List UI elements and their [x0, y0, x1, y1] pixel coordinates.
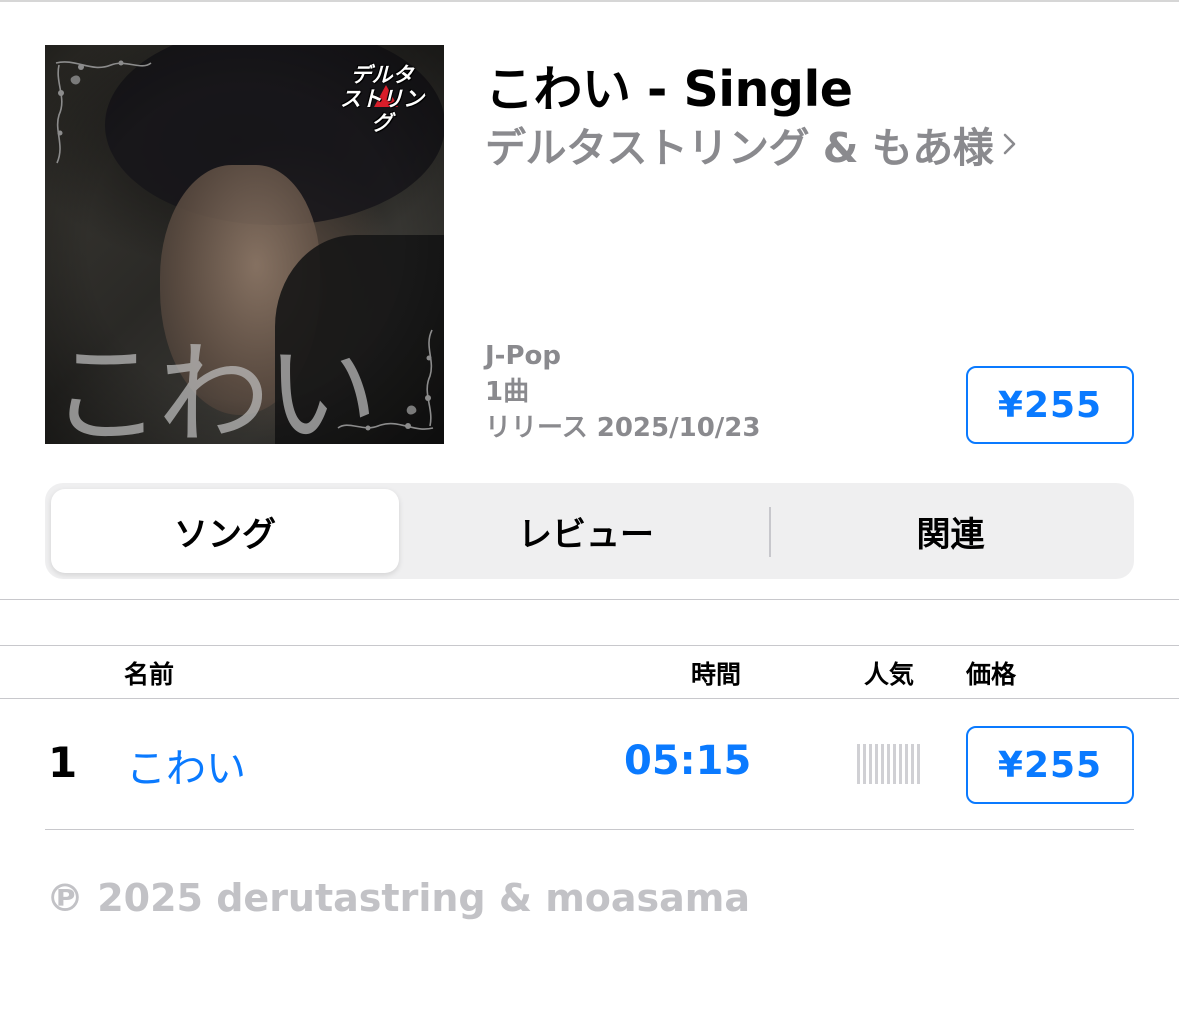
artist-link[interactable]: デルタストリング & もあ様 [485, 118, 1019, 172]
track-duration: 05:15 [624, 738, 752, 784]
column-header-popularity[interactable]: 人気 [864, 655, 914, 691]
track-number: 1 [48, 738, 78, 787]
corner-ornament-icon [55, 60, 152, 164]
segmented-control: ソング レビュー 関連 [45, 483, 1134, 579]
artist-name: デルタストリング & もあ様 [485, 124, 994, 172]
release-date-label: リリース 2025/10/23 [485, 413, 761, 443]
artwork-title-text: こわい [50, 330, 378, 444]
popularity-bar [893, 744, 896, 784]
album-page: デルタ ストリング こわい こわい - Single デルタストリング & もあ… [0, 0, 1179, 1026]
column-header-time[interactable]: 時間 [691, 655, 741, 691]
row-divider [45, 829, 1134, 830]
buy-album-button[interactable]: ¥255 [966, 366, 1134, 444]
buy-track-button[interactable]: ¥255 [966, 726, 1134, 804]
table-top-divider [0, 645, 1179, 646]
popularity-bar [881, 744, 884, 784]
popularity-bar [911, 744, 914, 784]
popularity-bar [869, 744, 872, 784]
popularity-bar [875, 744, 878, 784]
section-divider [0, 599, 1179, 600]
column-header-price[interactable]: 価格 [966, 655, 1016, 691]
artist-logo: デルタ ストリング [330, 63, 434, 135]
tab-songs[interactable]: ソング [51, 489, 399, 573]
logo-line-1: デルタ [350, 63, 414, 87]
track-title[interactable]: こわい [126, 736, 246, 794]
copyright-text: ℗ 2025 derutastring & moasama [46, 876, 751, 920]
chevron-right-icon [1004, 133, 1016, 155]
album-artwork[interactable]: デルタ ストリング こわい [45, 45, 444, 444]
header-divider [0, 698, 1179, 699]
album-title: こわい - Single [485, 61, 853, 118]
popularity-bar [887, 744, 890, 784]
popularity-bar [917, 744, 920, 784]
tab-reviews[interactable]: レビュー [405, 489, 767, 573]
album-metadata: J-Pop 1曲 リリース 2025/10/23 [485, 338, 760, 446]
column-header-name[interactable]: 名前 [124, 655, 174, 691]
popularity-meter [857, 744, 923, 784]
popularity-bar [857, 744, 860, 784]
genre-label: J-Pop [485, 341, 561, 371]
popularity-bar [899, 744, 902, 784]
top-divider [0, 0, 1179, 2]
track-count-label: 1曲 [485, 377, 530, 407]
segment-divider [769, 507, 771, 557]
popularity-bar [863, 744, 866, 784]
tab-related[interactable]: 関連 [773, 489, 1128, 573]
logo-line-2: ストリング [340, 87, 424, 135]
popularity-bar [905, 744, 908, 784]
